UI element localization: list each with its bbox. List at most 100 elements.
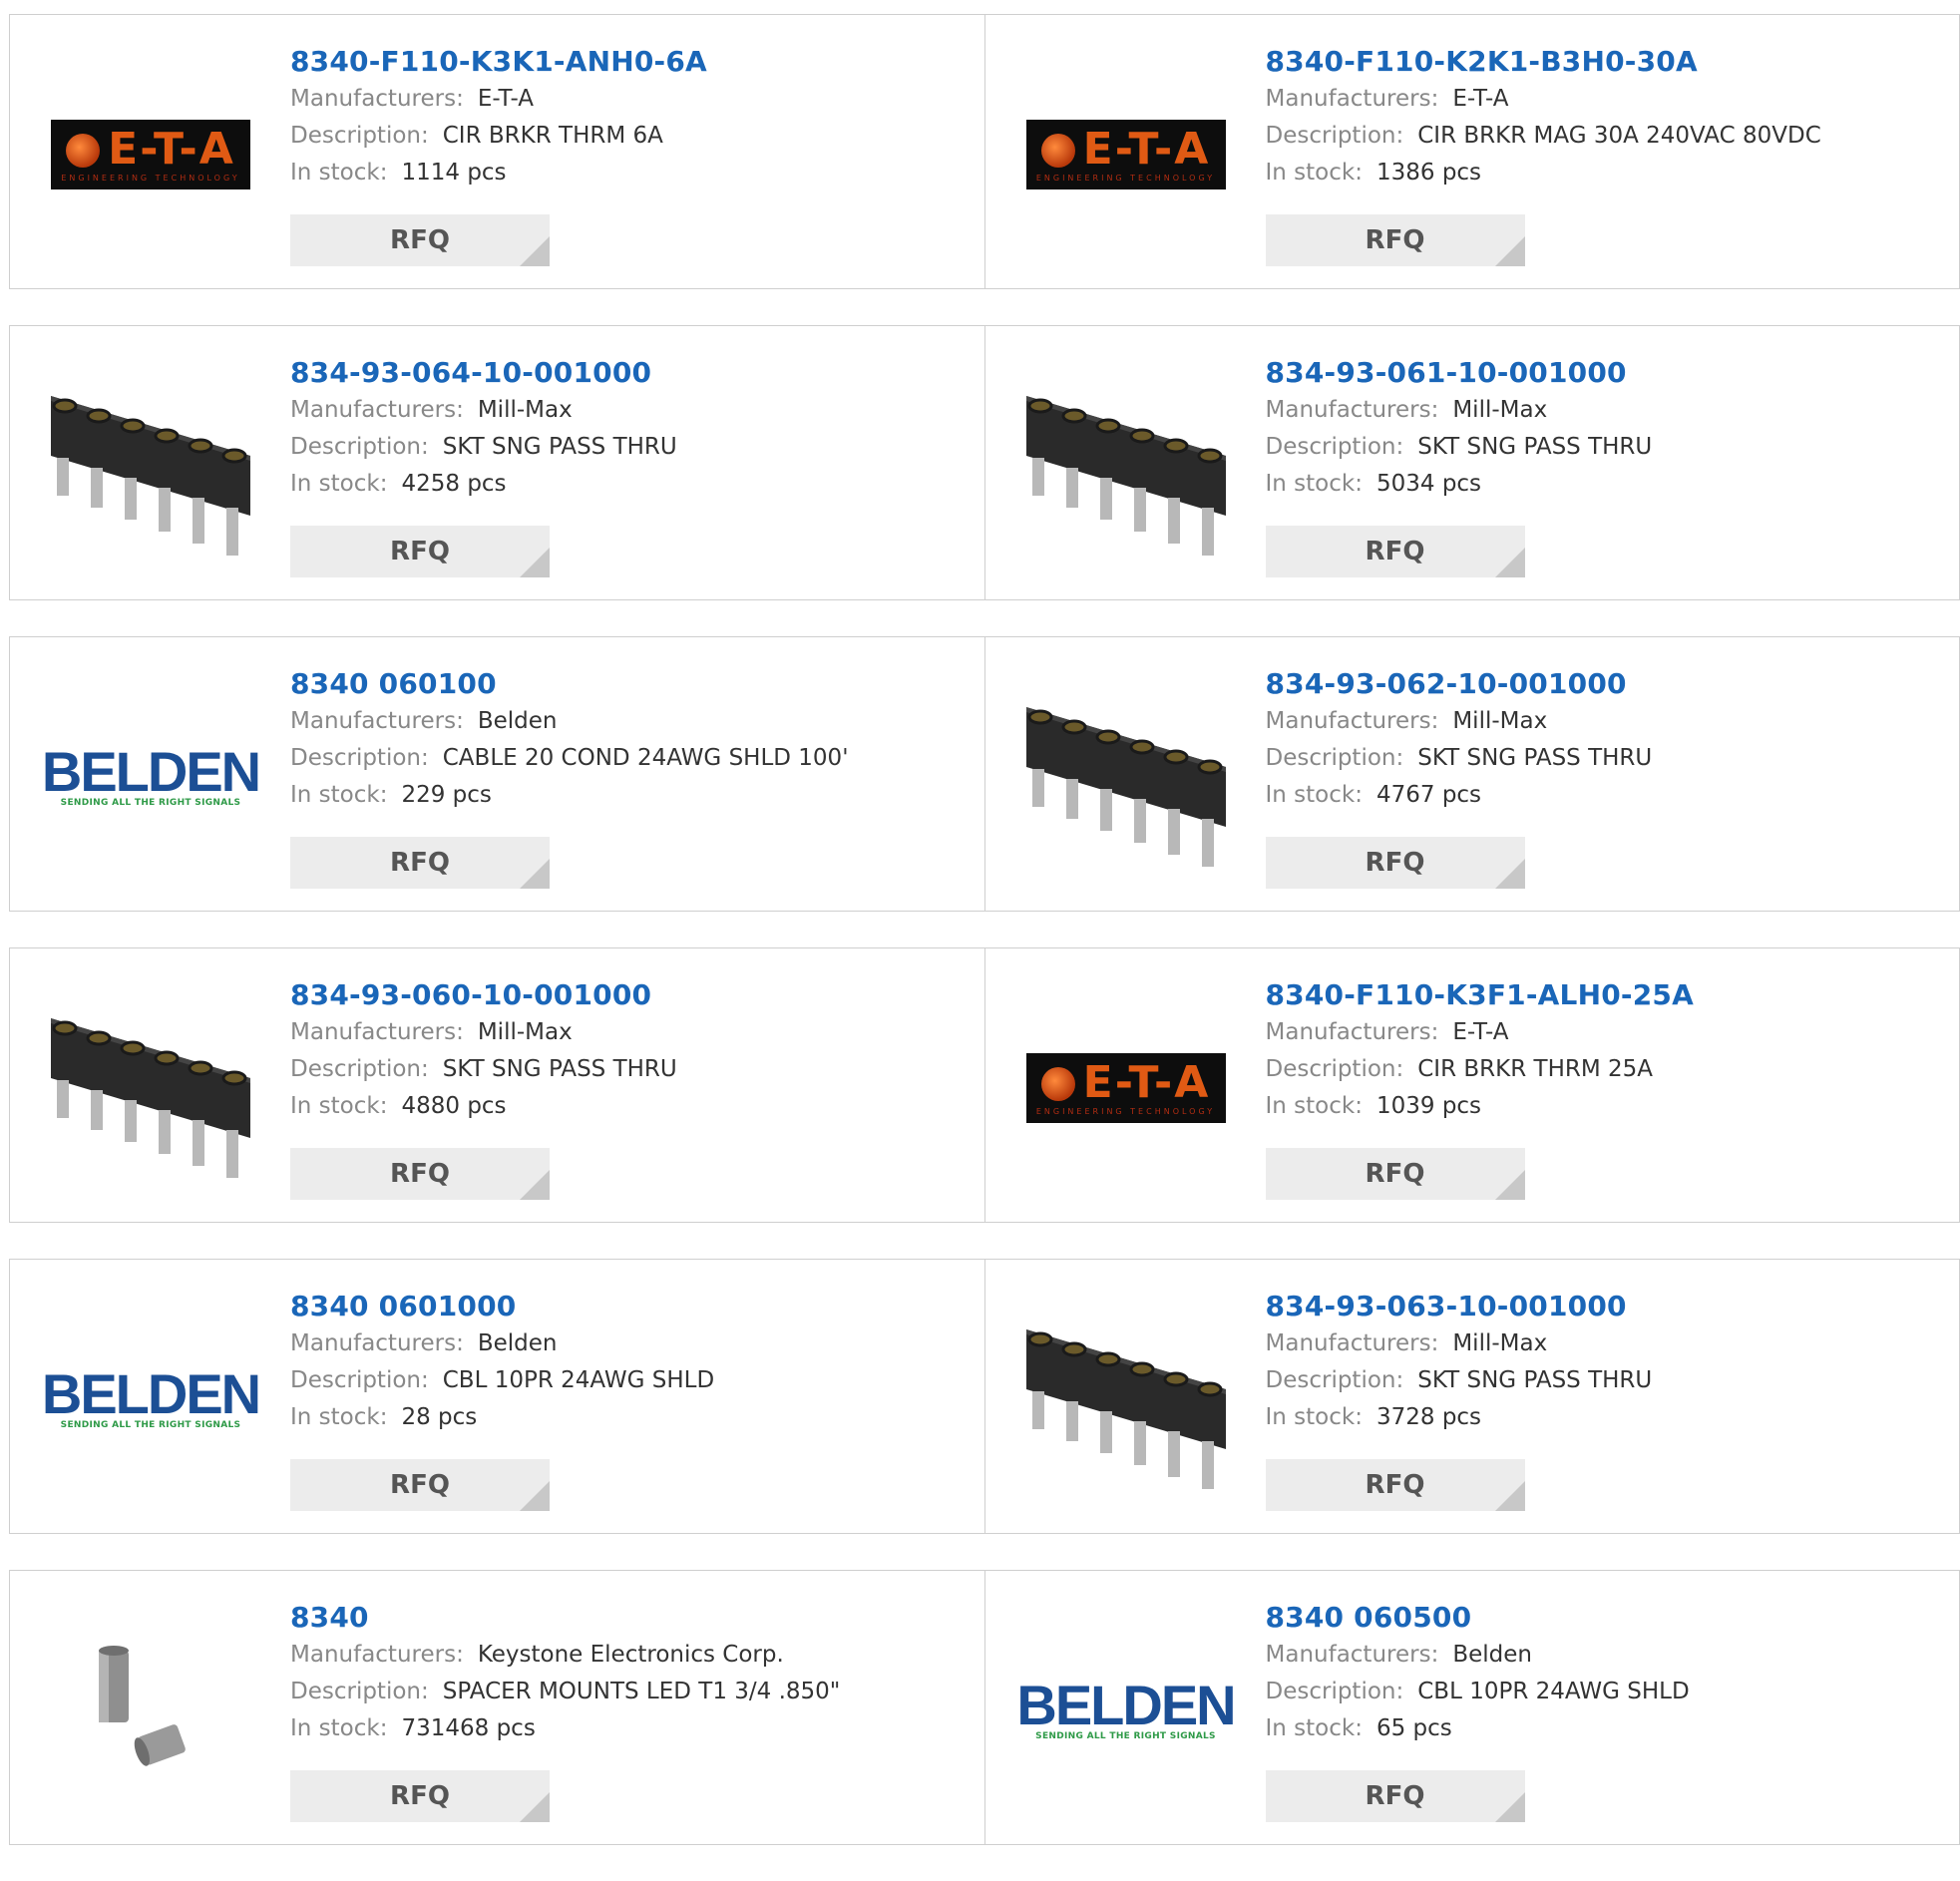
product-row: BELDEN SENDING ALL THE RIGHT SIGNALS 834…	[9, 1259, 1960, 1534]
stock-value: 4880 pcs	[401, 1093, 506, 1119]
rfq-button[interactable]: RFQ	[290, 526, 550, 577]
product-card: BELDEN SENDING ALL THE RIGHT SIGNALS 834…	[10, 1260, 985, 1533]
rfq-button[interactable]: RFQ	[1266, 1148, 1525, 1200]
manufacturer-label: Manufacturers:	[290, 397, 464, 423]
product-image[interactable]: BELDEN SENDING ALL THE RIGHT SIGNALS	[51, 1300, 250, 1499]
manufacturer-row: Manufacturers:Mill-Max	[290, 1014, 677, 1051]
product-image[interactable]: E-T-A ENGINEERING TECHNOLOGY	[1026, 988, 1226, 1188]
rfq-button[interactable]: RFQ	[290, 214, 550, 266]
rfq-label: RFQ	[1366, 225, 1425, 255]
manufacturer-label: Manufacturers:	[290, 1642, 464, 1668]
product-image[interactable]	[1026, 1300, 1226, 1499]
rfq-button[interactable]: RFQ	[1266, 1459, 1525, 1511]
product-image[interactable]	[51, 1611, 250, 1810]
product-image[interactable]: BELDEN SENDING ALL THE RIGHT SIGNALS	[51, 677, 250, 877]
corner-fold-icon	[1495, 1792, 1525, 1822]
part-number-link[interactable]: 8340-F110-K2K1-B3H0-30A	[1266, 43, 1821, 81]
rfq-button[interactable]: RFQ	[290, 1459, 550, 1511]
part-number-link[interactable]: 834-93-063-10-001000	[1266, 1288, 1653, 1325]
belden-logo-text: BELDEN	[1016, 1680, 1234, 1731]
part-number-link[interactable]: 8340-F110-K3K1-ANH0-6A	[290, 43, 707, 81]
rfq-label: RFQ	[1366, 1470, 1425, 1500]
eta-logo: E-T-A ENGINEERING TECHNOLOGY	[1026, 120, 1226, 189]
product-image[interactable]	[51, 366, 250, 565]
product-image[interactable]: E-T-A ENGINEERING TECHNOLOGY	[51, 55, 250, 254]
product-card: E-T-A ENGINEERING TECHNOLOGY 8340-F110-K…	[10, 15, 985, 288]
corner-fold-icon	[520, 548, 550, 577]
rfq-label: RFQ	[390, 1470, 450, 1500]
stock-value: 28 pcs	[401, 1404, 477, 1430]
part-number-link[interactable]: 8340 060500	[1266, 1599, 1690, 1637]
product-card: E-T-A ENGINEERING TECHNOLOGY 8340-F110-K…	[985, 15, 1960, 288]
product-image[interactable]	[1026, 677, 1226, 877]
stock-row: In stock:4258 pcs	[290, 466, 677, 503]
manufacturer-label: Manufacturers:	[1266, 1330, 1439, 1356]
part-number-link[interactable]: 8340	[290, 1599, 840, 1637]
stock-label: In stock:	[1266, 1404, 1363, 1430]
rfq-label: RFQ	[1366, 848, 1425, 878]
description-row: Description:CBL 10PR 24AWG SHLD	[1266, 1674, 1690, 1710]
rfq-button[interactable]: RFQ	[1266, 214, 1525, 266]
description-label: Description:	[1266, 123, 1404, 149]
description-value: SKT SNG PASS THRU	[1417, 745, 1652, 771]
rfq-button[interactable]: RFQ	[290, 1148, 550, 1200]
stock-row: In stock:229 pcs	[290, 777, 849, 814]
rfq-button[interactable]: RFQ	[290, 1770, 550, 1822]
socket-strip-icon	[1026, 1300, 1226, 1499]
description-row: Description: CIR BRKR MAG 30A 240VAC 80VD…	[1266, 118, 1821, 155]
product-info: 834-93-060-10-001000 Manufacturers:Mill-…	[290, 976, 677, 1125]
part-number-link[interactable]: 834-93-062-10-001000	[1266, 665, 1653, 703]
product-image[interactable]: E-T-A ENGINEERING TECHNOLOGY	[1026, 55, 1226, 254]
part-number-link[interactable]: 834-93-060-10-001000	[290, 976, 677, 1014]
rfq-button[interactable]: RFQ	[290, 837, 550, 889]
rfq-button[interactable]: RFQ	[1266, 526, 1525, 577]
description-value: SKT SNG PASS THRU	[1417, 434, 1652, 460]
manufacturer-value: E-T-A	[1452, 86, 1508, 112]
part-number-link[interactable]: 8340-F110-K3F1-ALH0-25A	[1266, 976, 1694, 1014]
stock-row: In stock:1114 pcs	[290, 155, 707, 191]
product-card: E-T-A ENGINEERING TECHNOLOGY 8340-F110-K…	[985, 948, 1960, 1222]
product-image[interactable]	[1026, 366, 1226, 565]
stock-label: In stock:	[1266, 1093, 1363, 1119]
belden-logo-tagline: SENDING ALL THE RIGHT SIGNALS	[61, 1420, 241, 1430]
product-info: 8340 060100 Manufacturers:Belden Descrip…	[290, 665, 849, 814]
stock-label: In stock:	[1266, 160, 1363, 186]
product-row: 834-93-064-10-001000 Manufacturers:Mill-…	[9, 325, 1960, 600]
belden-logo: BELDEN SENDING ALL THE RIGHT SIGNALS	[42, 1368, 259, 1430]
part-number-link[interactable]: 834-93-061-10-001000	[1266, 354, 1653, 392]
eta-logo: E-T-A ENGINEERING TECHNOLOGY	[1026, 1053, 1226, 1123]
eta-swirl-icon	[1041, 1067, 1075, 1101]
part-number-link[interactable]: 8340 060100	[290, 665, 849, 703]
description-value: CIR BRKR MAG 30A 240VAC 80VDC	[1417, 123, 1821, 149]
product-info: 8340 0601000 Manufacturers:Belden Descri…	[290, 1288, 714, 1436]
rfq-button[interactable]: RFQ	[1266, 837, 1525, 889]
product-image[interactable]	[51, 988, 250, 1188]
product-card: 834-93-062-10-001000 Manufacturers:Mill-…	[985, 637, 1960, 911]
product-info: 834-93-061-10-001000 Manufacturers:Mill-…	[1266, 354, 1653, 503]
product-card: BELDEN SENDING ALL THE RIGHT SIGNALS 834…	[985, 1571, 1960, 1844]
stock-value: 4258 pcs	[401, 471, 506, 497]
product-info: 834-93-062-10-001000 Manufacturers:Mill-…	[1266, 665, 1653, 814]
stock-label: In stock:	[290, 1404, 387, 1430]
description-value: SKT SNG PASS THRU	[443, 434, 677, 460]
manufacturer-label: Manufacturers:	[290, 1019, 464, 1045]
eta-logo-tagline: ENGINEERING TECHNOLOGY	[1036, 1107, 1215, 1117]
eta-logo-text: E-T-A	[1083, 124, 1211, 175]
part-number-link[interactable]: 834-93-064-10-001000	[290, 354, 677, 392]
description-value: CBL 10PR 24AWG SHLD	[443, 1367, 714, 1393]
socket-strip-icon	[1026, 677, 1226, 877]
product-image[interactable]: BELDEN SENDING ALL THE RIGHT SIGNALS	[1026, 1611, 1226, 1810]
manufacturer-row: Manufacturers:Mill-Max	[1266, 703, 1653, 740]
description-row: Description:CBL 10PR 24AWG SHLD	[290, 1362, 714, 1399]
rfq-button[interactable]: RFQ	[1266, 1770, 1525, 1822]
stock-label: In stock:	[1266, 1715, 1363, 1741]
product-card: 834-93-063-10-001000 Manufacturers:Mill-…	[985, 1260, 1960, 1533]
stock-row: In stock:1386 pcs	[1266, 155, 1821, 191]
description-label: Description:	[290, 745, 429, 771]
description-label: Description:	[1266, 1679, 1404, 1704]
manufacturer-row: Manufacturers:E-T-A	[1266, 1014, 1694, 1051]
eta-swirl-icon	[1041, 134, 1075, 168]
belden-logo: BELDEN SENDING ALL THE RIGHT SIGNALS	[42, 746, 259, 808]
description-label: Description:	[290, 434, 429, 460]
part-number-link[interactable]: 8340 0601000	[290, 1288, 714, 1325]
